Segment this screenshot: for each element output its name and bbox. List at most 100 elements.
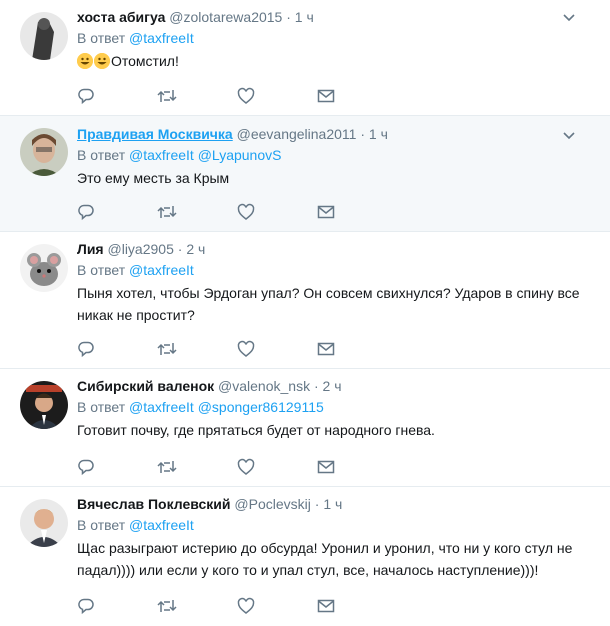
heart-icon	[237, 458, 255, 475]
timestamp[interactable]: 1 ч	[323, 496, 342, 512]
reply-icon	[78, 204, 94, 221]
reply-button[interactable]	[77, 202, 157, 222]
display-name[interactable]: Лия	[77, 241, 104, 257]
display-name[interactable]: Сибирский валенок	[77, 378, 214, 394]
retweet-icon	[157, 343, 177, 355]
tweet-text: Пыня хотел, чтобы Эрдоган упал? Он совсе…	[77, 282, 590, 326]
reply-icon	[78, 88, 94, 105]
like-button[interactable]	[237, 457, 317, 477]
chevron-down-icon[interactable]	[562, 12, 576, 22]
retweet-button[interactable]	[157, 202, 237, 222]
user-handle[interactable]: @eevangelina2011	[237, 126, 357, 142]
tweet[interactable]: Правдивая Москвичка @eevangelina2011 · 1…	[0, 116, 610, 232]
grinning-face-icon	[94, 53, 110, 69]
retweet-button[interactable]	[157, 86, 237, 106]
envelope-icon	[317, 599, 335, 613]
separator-dot: ·	[314, 496, 320, 512]
direct-message-button[interactable]	[317, 202, 397, 222]
tweet-text: Отомстил!	[77, 50, 590, 72]
reply-button[interactable]	[77, 86, 157, 106]
reply-context: В ответ @taxfreeIt @sponger86129115	[77, 398, 590, 416]
like-button[interactable]	[237, 596, 317, 616]
tweet-text: Это ему месть за Крым	[77, 167, 590, 189]
like-button[interactable]	[237, 339, 317, 359]
mention-link[interactable]: @taxfreeIt	[129, 517, 194, 533]
reply-button[interactable]	[77, 596, 157, 616]
tweet[interactable]: Вячеслав Поклевский @Poclevskij · 1 ч В …	[0, 487, 610, 626]
tweet-actions	[77, 86, 397, 106]
tweet-text-line: падал)))) или если у кого то и упал стул…	[77, 562, 539, 578]
direct-message-button[interactable]	[317, 339, 397, 359]
like-button[interactable]	[237, 86, 317, 106]
mention-link[interactable]: @taxfreeIt	[129, 399, 194, 415]
display-name[interactable]: Правдивая Москвичка	[77, 126, 233, 142]
mention-link[interactable]: @sponger86129115	[198, 399, 324, 415]
timestamp[interactable]: 1 ч	[369, 126, 388, 142]
like-button[interactable]	[237, 202, 317, 222]
retweet-button[interactable]	[157, 339, 237, 359]
reply-button[interactable]	[77, 457, 157, 477]
timestamp[interactable]: 1 ч	[295, 9, 314, 25]
envelope-icon	[317, 89, 335, 103]
display-name[interactable]: хоста абигуа	[77, 9, 165, 25]
reply-feed: хоста абигуа @zolotarewa2015 · 1 ч В отв…	[0, 0, 610, 626]
avatar[interactable]	[20, 128, 68, 176]
tweet-text-line: Готовит почву, где прятаться будет от на…	[77, 422, 435, 438]
user-handle[interactable]: @liya2905	[108, 241, 174, 257]
reply-context: В ответ @taxfreeIt	[77, 29, 590, 47]
tweet-actions	[77, 596, 397, 616]
timestamp[interactable]: 2 ч	[323, 378, 342, 394]
avatar[interactable]	[20, 381, 68, 429]
tweet-actions	[77, 202, 397, 222]
user-handle[interactable]: @valenok_nsk	[218, 378, 310, 394]
reply-context: В ответ @taxfreeIt @LyapunovS	[77, 146, 590, 164]
direct-message-button[interactable]	[317, 457, 397, 477]
avatar[interactable]	[20, 244, 68, 292]
retweet-button[interactable]	[157, 596, 237, 616]
tweet-text-line: Щас разыграют истерию до обсурда! Уронил…	[77, 540, 573, 556]
separator-dot: ·	[286, 9, 291, 25]
envelope-icon	[317, 342, 335, 356]
retweet-button[interactable]	[157, 457, 237, 477]
reply-context: В ответ @taxfreeIt	[77, 516, 590, 534]
heart-icon	[237, 87, 255, 104]
chevron-down-icon[interactable]	[562, 130, 576, 140]
display-name[interactable]: Вячеслав Поклевский	[77, 496, 231, 512]
tweet-actions	[77, 457, 397, 477]
separator-dot: ·	[360, 126, 366, 142]
tweet-actions	[77, 339, 397, 359]
retweet-icon	[157, 206, 177, 218]
user-handle[interactable]: @Poclevskij	[234, 496, 310, 512]
reply-prefix: В ответ	[77, 262, 126, 278]
avatar[interactable]	[20, 12, 68, 60]
reply-context: В ответ @taxfreeIt	[77, 261, 590, 279]
reply-button[interactable]	[77, 339, 157, 359]
tweet-text-line: Это ему месть за Крым	[77, 170, 230, 186]
user-handle[interactable]: @zolotarewa2015	[169, 9, 282, 25]
tweet[interactable]: Сибирский валенок @valenok_nsk · 2 ч В о…	[0, 369, 610, 487]
tweet-text-line: никак не простит?	[77, 307, 195, 323]
retweet-icon	[157, 90, 177, 102]
retweet-icon	[157, 600, 177, 612]
timestamp[interactable]: 2 ч	[186, 241, 205, 257]
reply-icon	[78, 598, 94, 615]
reply-prefix: В ответ	[77, 147, 126, 163]
mention-link[interactable]: @taxfreeIt	[129, 147, 194, 163]
tweet-text-line: Отомстил!	[111, 53, 179, 69]
mention-link[interactable]: @taxfreeIt	[129, 262, 194, 278]
reply-icon	[78, 459, 94, 476]
envelope-icon	[317, 205, 335, 219]
envelope-icon	[317, 460, 335, 474]
reply-prefix: В ответ	[77, 30, 126, 46]
direct-message-button[interactable]	[317, 596, 397, 616]
mention-link[interactable]: @taxfreeIt	[129, 30, 194, 46]
avatar[interactable]	[20, 499, 68, 547]
tweet-text: Щас разыграют истерию до обсурда! Уронил…	[77, 537, 590, 581]
tweet[interactable]: хоста абигуа @zolotarewa2015 · 1 ч В отв…	[0, 0, 610, 116]
direct-message-button[interactable]	[317, 86, 397, 106]
mention-link[interactable]: @LyapunovS	[198, 147, 282, 163]
tweet-text-line: Пыня хотел, чтобы Эрдоган упал? Он совсе…	[77, 285, 580, 301]
reply-icon	[78, 341, 94, 358]
tweet[interactable]: Лия @liya2905 · 2 ч В ответ @taxfreeIt П…	[0, 232, 610, 369]
heart-icon	[237, 597, 255, 614]
